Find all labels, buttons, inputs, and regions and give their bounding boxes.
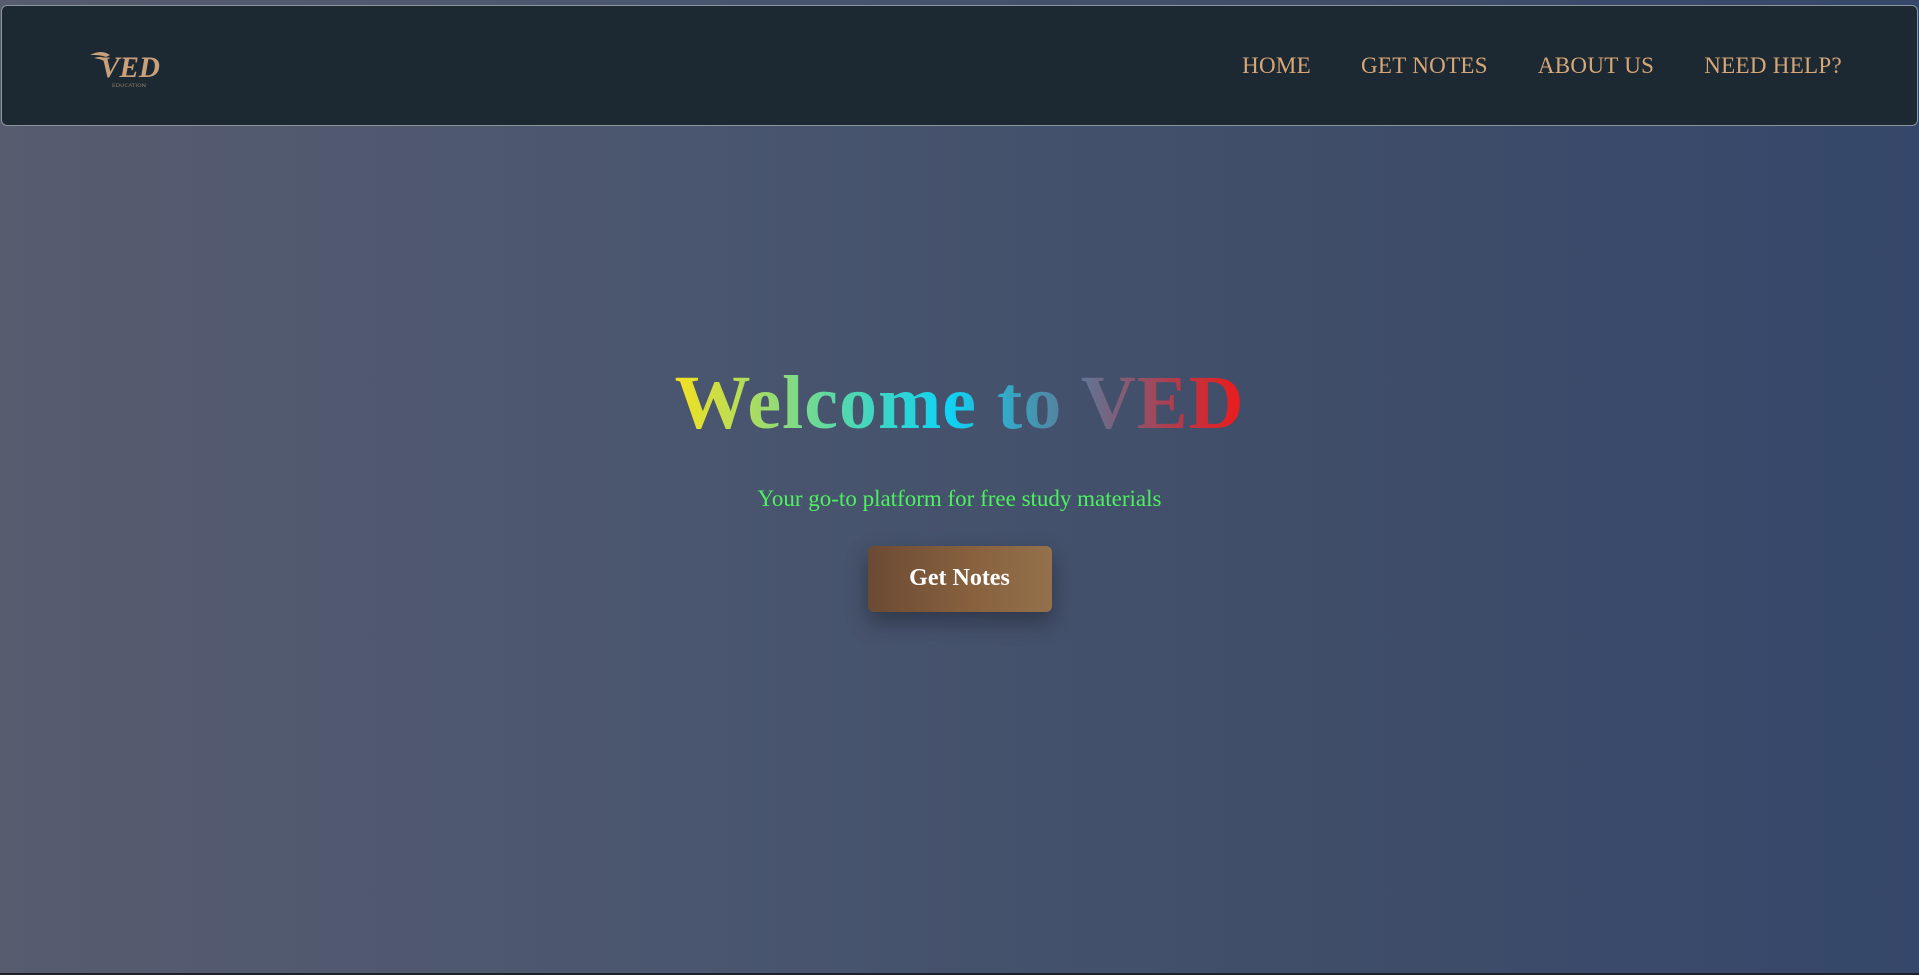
hero-title: Welcome to VED xyxy=(674,361,1245,445)
logo-tagline: EDUCATION xyxy=(112,83,146,88)
nav-home[interactable]: HOME xyxy=(1242,53,1311,79)
logo-text: VED xyxy=(100,51,160,84)
page: VED EDUCATION HOME GET NOTES ABOUT US NE… xyxy=(0,0,1919,975)
hero-section: Welcome to VED Your go-to platform for f… xyxy=(0,126,1919,975)
navbar: VED EDUCATION HOME GET NOTES ABOUT US NE… xyxy=(1,5,1918,126)
logo-link[interactable]: VED EDUCATION xyxy=(86,41,166,91)
get-notes-button[interactable]: Get Notes xyxy=(867,545,1052,612)
nav-links: HOME GET NOTES ABOUT US NEED HELP? xyxy=(1242,53,1842,79)
nav-get-notes[interactable]: GET NOTES xyxy=(1361,53,1488,79)
nav-about-us[interactable]: ABOUT US xyxy=(1538,53,1654,79)
hero-subtitle: Your go-to platform for free study mater… xyxy=(757,485,1162,511)
nav-need-help[interactable]: NEED HELP? xyxy=(1704,53,1842,79)
ved-logo-icon: VED EDUCATION xyxy=(90,51,160,88)
